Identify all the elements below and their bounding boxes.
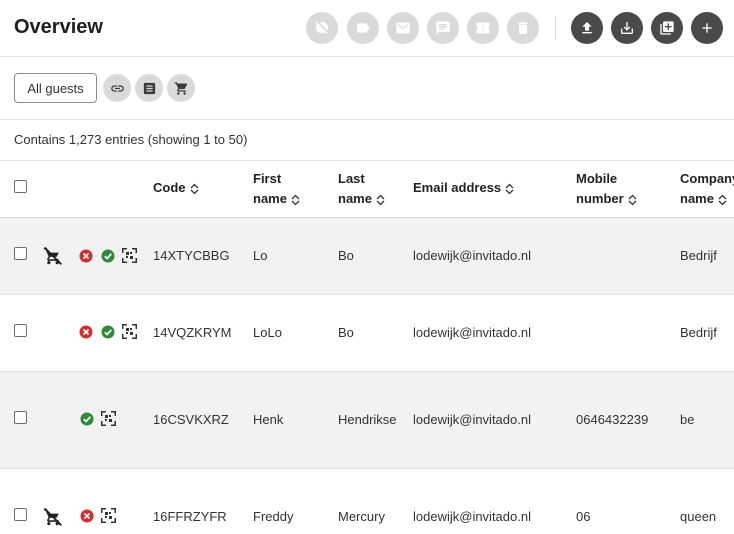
add-button[interactable]	[691, 12, 723, 44]
cell-company: queen	[680, 509, 717, 524]
upload-button[interactable]	[571, 12, 603, 44]
sort-icon	[291, 194, 300, 206]
duplicate-icon	[660, 21, 674, 35]
cell-email: lodewijk@invitado.nl	[413, 325, 531, 340]
column-header-email[interactable]: Email address	[413, 178, 514, 198]
row-checkbox[interactable]	[14, 324, 27, 337]
cell-company: Bedrijf	[680, 248, 717, 263]
filter-bar: All guests	[0, 57, 734, 120]
column-header-label: First name	[253, 171, 287, 206]
declined-icon	[80, 509, 94, 523]
column-header-label: Last name	[338, 171, 372, 206]
cell-last-name: Mercury	[338, 509, 385, 524]
column-header-company[interactable]: Company name	[680, 169, 734, 209]
declined-icon	[79, 249, 93, 263]
cell-mobile: 06	[576, 509, 591, 524]
sort-icon	[628, 194, 637, 206]
qr-code-icon	[101, 508, 116, 523]
cell-code: 16FFRZYFR	[153, 509, 227, 524]
qr-code-icon	[122, 324, 137, 339]
header-divider	[555, 16, 556, 40]
qr-code-icon	[101, 411, 116, 426]
cell-first-name: LoLo	[253, 325, 282, 340]
table-header: Code First name Last name Email address …	[0, 160, 734, 218]
cart-off-icon	[43, 507, 63, 527]
sort-icon	[505, 183, 514, 195]
tag-button[interactable]	[347, 12, 379, 44]
cell-first-name: Henk	[253, 412, 284, 427]
table-row[interactable]: 16FFRZYFR Freddy Mercury lodewijk@invita…	[0, 469, 734, 534]
mail-icon	[396, 22, 410, 34]
ticket-icon	[476, 22, 490, 34]
link-icon	[110, 84, 124, 92]
sort-icon	[376, 194, 385, 206]
cell-mobile: 0646432239	[576, 412, 649, 427]
entry-summary: Contains 1,273 entries (showing 1 to 50)	[14, 132, 248, 147]
column-header-mobile[interactable]: Mobile number	[576, 169, 648, 209]
list-filter-button[interactable]	[135, 74, 163, 102]
all-guests-button[interactable]: All guests	[14, 73, 97, 103]
table-row[interactable]: 14XTYCBBG Lo Bo lodewijk@invitado.nl Bed…	[0, 218, 734, 295]
cell-code: 14XTYCBBG	[153, 248, 230, 263]
cell-last-name: Bo	[338, 248, 354, 263]
hide-icon	[315, 21, 328, 34]
chat-button[interactable]	[427, 12, 459, 44]
cell-email: lodewijk@invitado.nl	[413, 248, 531, 263]
confirmed-icon	[80, 412, 94, 426]
chat-icon	[436, 21, 450, 35]
confirmed-icon	[101, 325, 115, 339]
cell-company: Bedrijf	[680, 325, 717, 340]
cell-code: 14VQZKRYM	[153, 325, 232, 340]
column-header-label: Mobile number	[576, 171, 624, 206]
trash-icon	[518, 22, 528, 34]
cell-last-name: Bo	[338, 325, 354, 340]
row-checkbox[interactable]	[14, 508, 27, 521]
row-checkbox[interactable]	[14, 411, 27, 424]
declined-icon	[79, 325, 93, 339]
cart-icon	[174, 81, 187, 95]
cell-code: 16CSVKXRZ	[153, 412, 229, 427]
upload-icon	[582, 22, 592, 34]
list-icon	[143, 82, 155, 94]
table-row[interactable]: 16CSVKXRZ Henk Hendrikse lodewijk@invita…	[0, 372, 734, 469]
cell-company: be	[680, 412, 695, 427]
column-header-code[interactable]: Code	[153, 178, 199, 198]
mail-button[interactable]	[387, 12, 419, 44]
duplicate-button[interactable]	[651, 12, 683, 44]
column-header-label: Email address	[413, 180, 502, 195]
hide-button[interactable]	[306, 12, 338, 44]
column-header-first-name[interactable]: First name	[253, 169, 313, 209]
cell-last-name: Hendrikse	[338, 412, 397, 427]
delete-button[interactable]	[507, 12, 539, 44]
select-all-checkbox[interactable]	[14, 180, 27, 193]
link-filter-button[interactable]	[103, 74, 131, 102]
download-icon	[621, 22, 633, 34]
cell-email: lodewijk@invitado.nl	[413, 509, 531, 524]
plus-icon	[702, 23, 712, 33]
cart-off-icon	[43, 246, 63, 266]
qr-code-icon	[122, 248, 137, 263]
column-header-last-name[interactable]: Last name	[338, 169, 396, 209]
cart-filter-button[interactable]	[167, 74, 195, 102]
page-header: Overview	[0, 0, 734, 57]
row-checkbox[interactable]	[14, 247, 27, 260]
confirmed-icon	[101, 249, 115, 263]
ticket-button[interactable]	[467, 12, 499, 44]
sort-icon	[718, 194, 727, 206]
table-row[interactable]: 14VQZKRYM LoLo Bo lodewijk@invitado.nl B…	[0, 295, 734, 372]
page-title: Overview	[14, 16, 103, 38]
column-header-label: Code	[153, 180, 186, 195]
download-button[interactable]	[611, 12, 643, 44]
sort-icon	[190, 183, 199, 195]
cell-first-name: Lo	[253, 248, 268, 263]
cell-email: lodewijk@invitado.nl	[413, 412, 531, 427]
tag-icon	[357, 23, 370, 33]
cell-first-name: Freddy	[253, 509, 294, 524]
